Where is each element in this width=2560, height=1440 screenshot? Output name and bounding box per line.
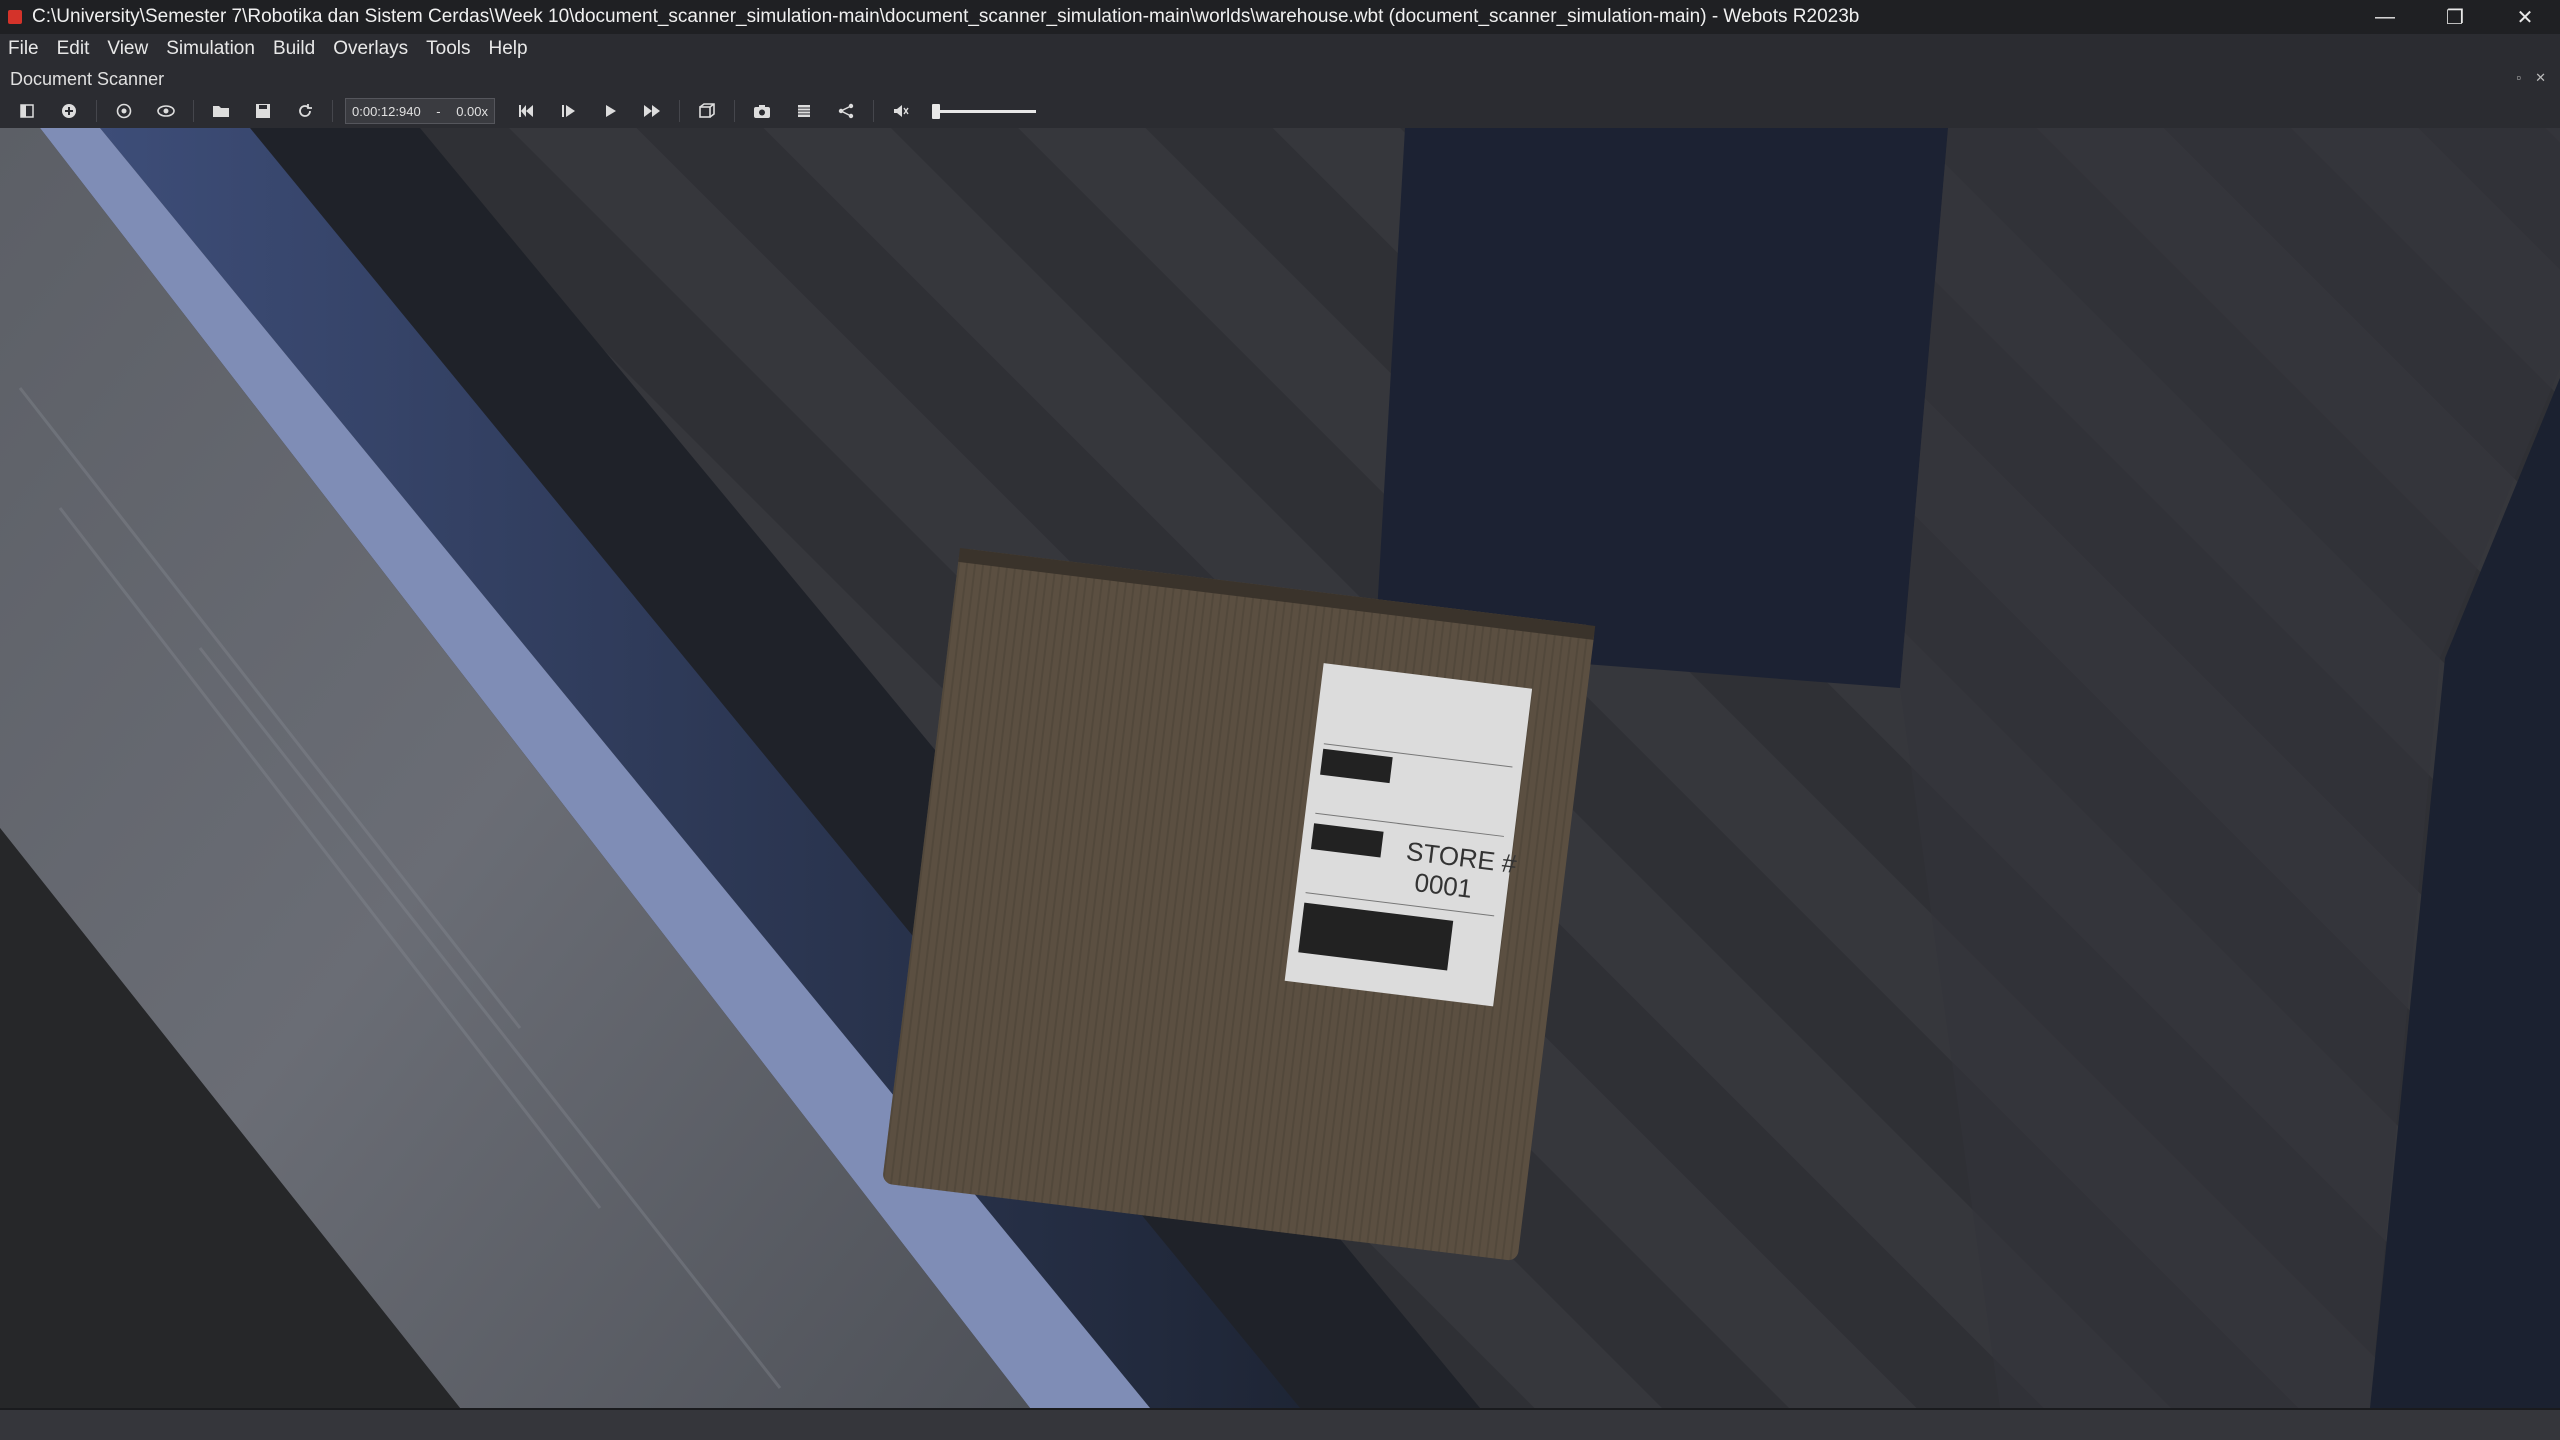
3d-view[interactable]: STORE # 0001 bbox=[0, 128, 2560, 1408]
menu-build[interactable]: Build bbox=[273, 38, 315, 60]
hide-scene-tree-button[interactable] bbox=[12, 98, 42, 124]
simulation-speed: 0.00x bbox=[456, 103, 488, 119]
fast-forward-button[interactable] bbox=[637, 98, 667, 124]
window-controls: — ❐ ✕ bbox=[2350, 0, 2560, 34]
time-separator: - bbox=[436, 103, 441, 119]
view-3d-button[interactable] bbox=[692, 98, 722, 124]
view-icon bbox=[157, 105, 175, 117]
open-world-button[interactable] bbox=[206, 98, 236, 124]
share-button[interactable] bbox=[831, 98, 861, 124]
restore-button[interactable]: ❐ bbox=[2420, 0, 2490, 34]
dock-titlebar: Document Scanner ▫ ✕ bbox=[0, 64, 2560, 94]
reset-button[interactable] bbox=[511, 98, 541, 124]
step-icon bbox=[116, 103, 132, 119]
reload-world-icon bbox=[299, 104, 312, 117]
sound-button[interactable] bbox=[886, 98, 916, 124]
add-node-button[interactable] bbox=[54, 98, 84, 124]
fast-forward-icon bbox=[644, 105, 660, 117]
warehouse-pillar bbox=[1375, 128, 1948, 688]
dock-close-button[interactable]: ✕ bbox=[2535, 70, 2546, 86]
window-titlebar: C:\University\Semester 7\Robotika dan Si… bbox=[0, 0, 2560, 34]
save-world-icon bbox=[256, 104, 270, 118]
toolbar-separator bbox=[873, 100, 874, 122]
menu-file[interactable]: File bbox=[8, 38, 39, 60]
simulation-time: 0:00:12:940 bbox=[352, 103, 421, 119]
status-bar bbox=[0, 1408, 2560, 1440]
volume-slider-track bbox=[932, 110, 1036, 113]
screenshot-button[interactable] bbox=[747, 98, 777, 124]
cardboard-box: STORE # 0001 bbox=[883, 548, 1596, 1261]
minimize-button[interactable]: — bbox=[2350, 0, 2420, 34]
play-button[interactable] bbox=[595, 98, 625, 124]
screenshot-icon bbox=[754, 105, 770, 118]
menu-edit[interactable]: Edit bbox=[57, 38, 90, 60]
menu-tools[interactable]: Tools bbox=[426, 38, 470, 60]
movie-button[interactable] bbox=[789, 98, 819, 124]
menu-help[interactable]: Help bbox=[489, 38, 528, 60]
open-world-icon bbox=[213, 106, 229, 117]
dock-title: Document Scanner bbox=[10, 68, 165, 89]
reset-icon bbox=[519, 105, 533, 117]
play-icon bbox=[606, 105, 616, 117]
volume-slider-handle[interactable] bbox=[932, 104, 940, 119]
menu-simulation[interactable]: Simulation bbox=[166, 38, 255, 60]
menu-bar: File Edit View Simulation Build Overlays… bbox=[0, 34, 2560, 64]
view-button[interactable] bbox=[151, 98, 181, 124]
simulation-time-display: 0:00:12:940 - 0.00x bbox=[345, 98, 495, 124]
step-forward-button[interactable] bbox=[553, 98, 583, 124]
scene-render: STORE # 0001 bbox=[0, 128, 2560, 1408]
close-button[interactable]: ✕ bbox=[2490, 0, 2560, 34]
view-3d-icon bbox=[699, 103, 715, 118]
window-title: C:\University\Semester 7\Robotika dan Si… bbox=[32, 6, 1860, 27]
share-icon bbox=[838, 103, 854, 119]
toolbar-separator bbox=[193, 100, 194, 122]
add-node-icon bbox=[62, 104, 76, 118]
movie-icon bbox=[798, 105, 810, 117]
toolbar-separator bbox=[679, 100, 680, 122]
toolbar-separator bbox=[332, 100, 333, 122]
menu-view[interactable]: View bbox=[107, 38, 148, 60]
step-forward-icon bbox=[562, 105, 575, 117]
sound-icon bbox=[894, 105, 909, 117]
dock-float-button[interactable]: ▫ bbox=[2516, 70, 2521, 86]
toolbar-separator bbox=[734, 100, 735, 122]
menu-overlays[interactable]: Overlays bbox=[333, 38, 408, 60]
save-world-button[interactable] bbox=[248, 98, 278, 124]
volume-slider[interactable] bbox=[932, 98, 1036, 124]
toolbar: 0:00:12:940 - 0.00x bbox=[0, 94, 2560, 128]
reload-world-button[interactable] bbox=[290, 98, 320, 124]
hide-scene-tree-icon bbox=[20, 104, 34, 118]
toolbar-separator bbox=[96, 100, 97, 122]
step-button[interactable] bbox=[109, 98, 139, 124]
webots-icon bbox=[8, 10, 22, 24]
